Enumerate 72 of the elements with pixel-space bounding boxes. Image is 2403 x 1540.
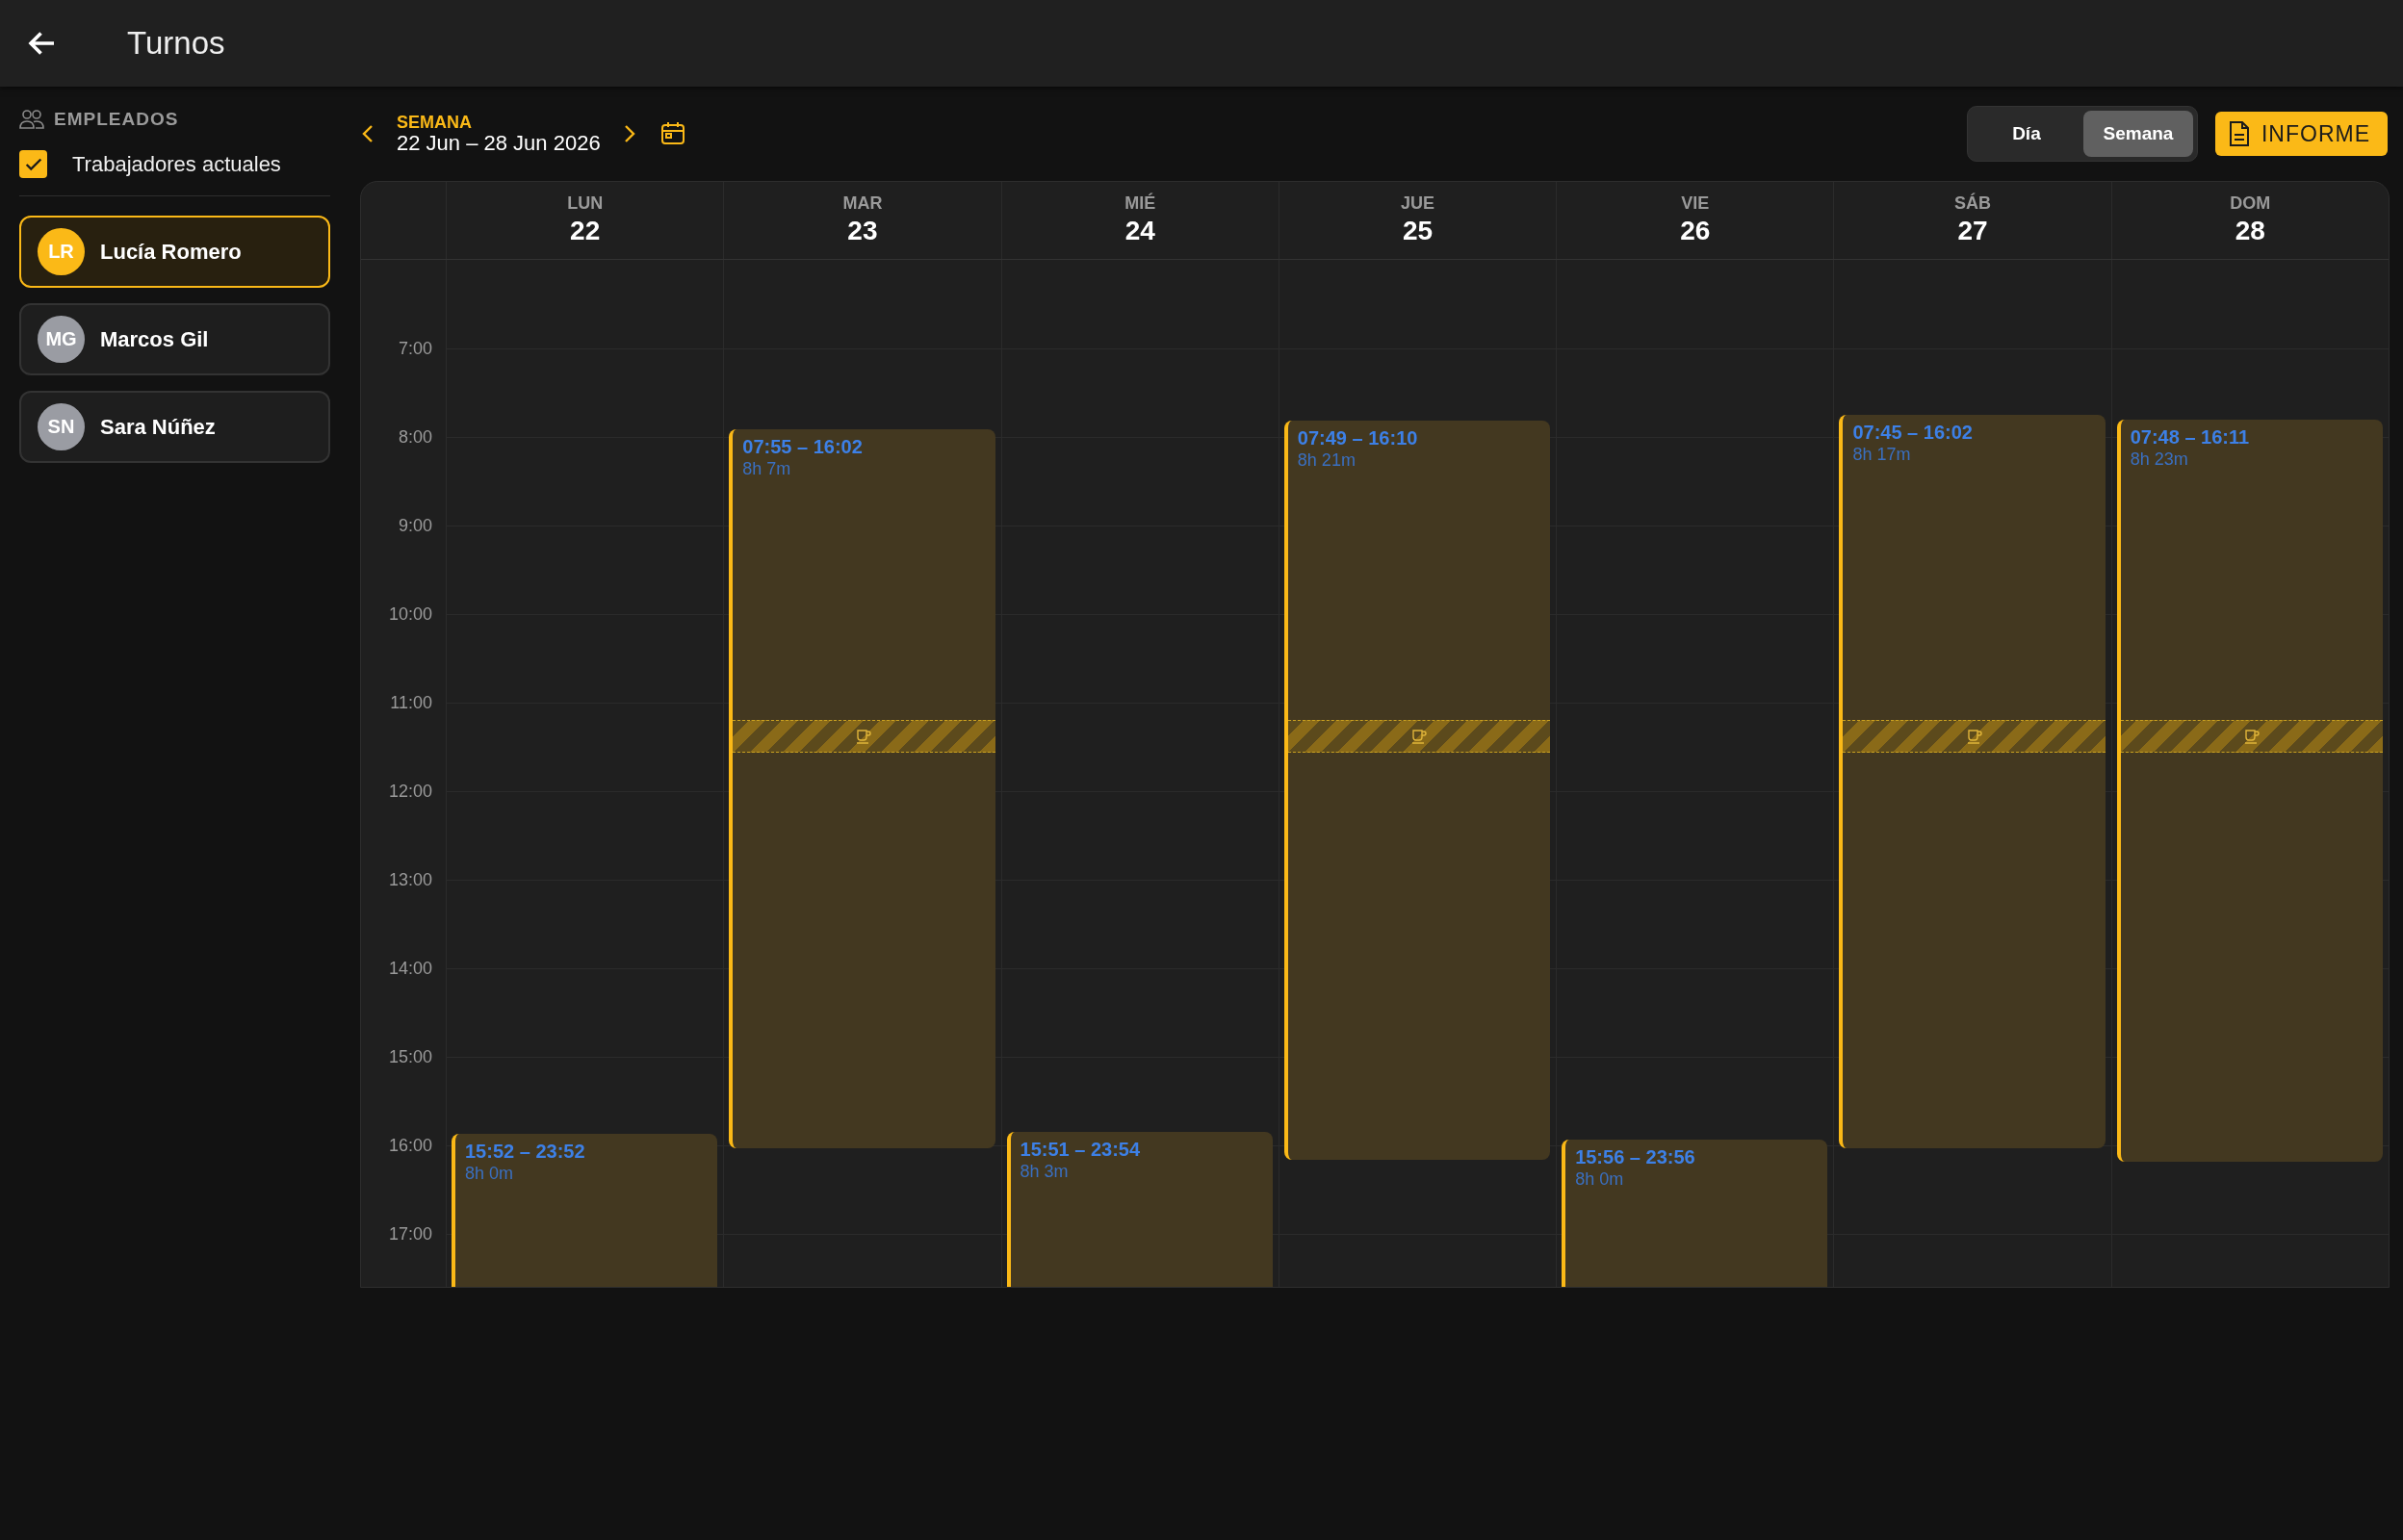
weekday-label: SÁB [1954, 193, 1992, 214]
shift-duration: 8h 23m [2130, 448, 2189, 470]
coffee-cup-icon [1965, 728, 1983, 746]
shift-duration: 8h 17m [1852, 444, 1912, 465]
weekday-label: MAR [842, 193, 883, 214]
shift-time: 07:45 – 16:02 [1852, 421, 1974, 444]
day-number: 26 [1680, 216, 1711, 246]
shift-time: 15:52 – 23:52 [465, 1139, 586, 1163]
report-button[interactable]: INFORME [2214, 112, 2388, 156]
shift-duration: 8h 7m [742, 458, 792, 480]
hour-label: 7:00 [398, 338, 432, 359]
hour-label: 15:00 [388, 1046, 432, 1067]
hour-label: 11:00 [390, 692, 432, 713]
shift-card[interactable]: 15:56 – 23:56 8h 0m [1562, 1139, 1828, 1287]
employee-name: Marcos Gil [100, 326, 209, 352]
shift-time: 07:49 – 16:10 [1297, 426, 1419, 450]
avatar: SN [38, 403, 85, 450]
day-number: 22 [570, 216, 601, 246]
avatar: MG [38, 316, 85, 363]
coffee-cup-icon [855, 728, 873, 746]
view-tab[interactable]: Semana [2082, 111, 2193, 157]
shift-card[interactable]: 07:49 – 16:10 8h 21m [1283, 421, 1551, 1161]
shift-duration: 8h 21m [1297, 449, 1357, 472]
document-icon [2228, 120, 2250, 147]
employee-card[interactable]: LR Lucía Romero [19, 216, 330, 288]
coffee-cup-icon [1410, 728, 1428, 746]
shift-time: 07:48 – 16:11 [2130, 424, 2251, 449]
day-number: 27 [1957, 216, 1988, 246]
checkbox[interactable] [19, 150, 47, 178]
employee-card[interactable]: SN Sara Núñez [19, 391, 330, 463]
date-range: 22 Jun – 28 Jun 2026 [397, 132, 601, 155]
hour-label: 17:00 [388, 1223, 432, 1245]
shift-card[interactable]: 07:55 – 16:02 8h 7m [729, 429, 995, 1149]
people-icon [19, 109, 44, 130]
view-tab[interactable]: Día [1971, 111, 2081, 157]
period-label: SEMANA [397, 113, 473, 132]
shift-duration: 8h 0m [465, 1162, 515, 1184]
shift-time: 15:51 – 23:54 [1020, 1138, 1142, 1162]
hour-label: 9:00 [398, 515, 432, 536]
checkbox-label: Trabajadores actuales [72, 151, 281, 177]
shift-card[interactable]: 07:45 – 16:02 8h 17m [1839, 415, 2106, 1149]
hour-label: 13:00 [388, 869, 432, 890]
shift-duration: 8h 3m [1020, 1161, 1070, 1183]
employee-name: Sara Núñez [100, 414, 216, 440]
shift-time: 07:55 – 16:02 [742, 435, 864, 459]
weekday-label: JUE [1400, 193, 1434, 214]
weekday-label: VIE [1681, 193, 1710, 214]
chevron-left-icon[interactable] [360, 123, 375, 144]
section-heading: EMPLEADOS [54, 109, 179, 130]
shift-card[interactable]: 15:52 – 23:52 8h 0m [452, 1133, 718, 1287]
hour-label: 12:00 [388, 781, 432, 802]
shift-duration: 8h 0m [1575, 1168, 1625, 1190]
hour-label: 10:00 [388, 603, 432, 625]
shift-time: 15:56 – 23:56 [1575, 1144, 1696, 1168]
weekday-label: DOM [2230, 193, 2271, 214]
weekday-label: MIÉ [1124, 193, 1156, 214]
hour-label: 8:00 [398, 426, 432, 448]
calendar-icon[interactable] [659, 121, 685, 146]
coffee-cup-icon [2242, 728, 2261, 746]
day-number: 23 [847, 216, 878, 246]
day-number: 24 [1124, 216, 1155, 246]
hour-label: 14:00 [388, 958, 432, 979]
day-number: 25 [1402, 216, 1434, 246]
shift-card[interactable]: 07:48 – 16:11 8h 23m [2116, 419, 2383, 1162]
weekday-label: LUN [567, 193, 604, 214]
page-title: Turnos [127, 25, 225, 62]
shift-card[interactable]: 15:51 – 23:54 8h 3m [1006, 1132, 1273, 1287]
avatar: LR [38, 228, 85, 275]
day-number: 28 [2235, 216, 2265, 246]
hour-label: 16:00 [388, 1135, 432, 1156]
employee-card[interactable]: MG Marcos Gil [19, 303, 330, 375]
employee-name: Lucía Romero [100, 239, 242, 265]
